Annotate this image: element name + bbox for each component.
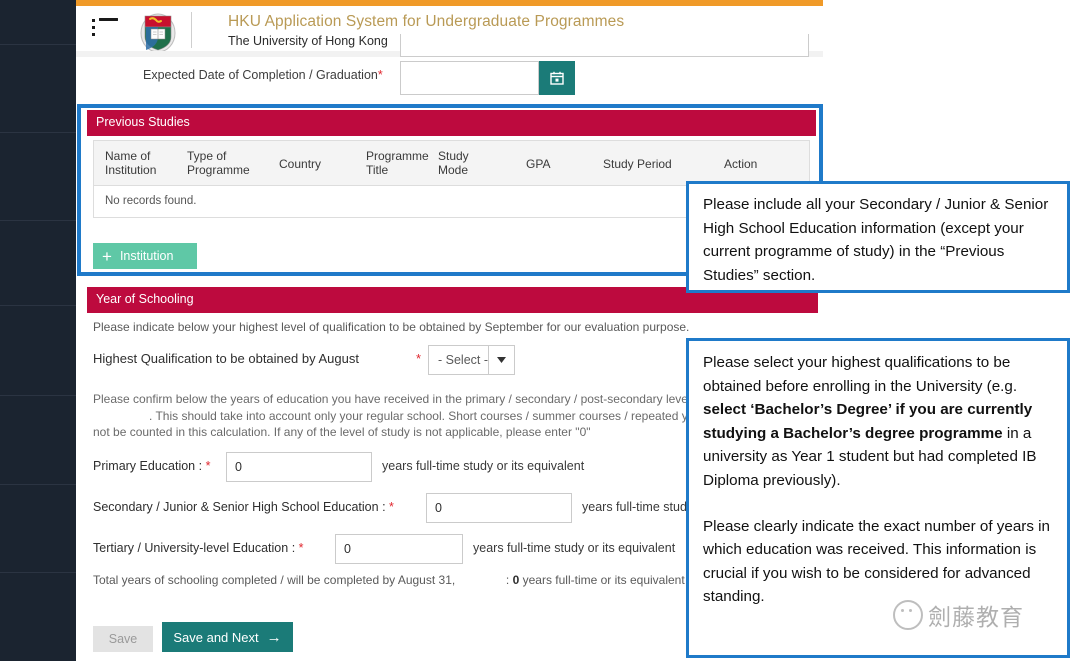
year-of-schooling-intro: Please indicate below your highest level… (93, 320, 690, 334)
header-divider (191, 12, 192, 48)
save-and-next-button[interactable]: Save and Next → (162, 622, 293, 652)
schooling-paragraph-line3: not be counted in this calculation. If a… (93, 425, 591, 439)
colon: : (198, 459, 203, 473)
expected-date-label-text: Expected Date of Completion / Graduation (143, 68, 378, 82)
rail-divider (0, 572, 76, 573)
expected-date-input[interactable] (400, 61, 539, 95)
app-subtitle: The University of Hong Kong (228, 34, 388, 48)
required-asterisk: * (377, 68, 383, 82)
tertiary-education-input[interactable] (335, 534, 463, 564)
colon: : (291, 541, 296, 555)
previous-studies-title: Previous Studies (96, 115, 190, 129)
plus-icon: + (102, 246, 112, 266)
hamburger-menu-icon[interactable] (92, 18, 118, 38)
annotation-callout-1-text: Please include all your Secondary / Juni… (703, 196, 1049, 284)
previous-studies-section-header: Previous Studies (87, 110, 816, 136)
rail-divider (0, 305, 76, 306)
app-title: HKU Application System for Undergraduate… (228, 13, 625, 30)
secondary-education-input[interactable] (426, 493, 572, 523)
secondary-education-label: Secondary / Junior & Senior High School … (93, 500, 394, 514)
total-years-line: Total years of schooling completed / wil… (93, 573, 685, 587)
rail-divider (0, 395, 76, 396)
annotation-callout-2-second-paragraph: Please clearly indicate the exact number… (703, 517, 1050, 606)
highest-qualification-value: - Select - (438, 353, 489, 367)
total-years-value: 0 (512, 573, 520, 587)
required-asterisk: * (416, 351, 422, 366)
tertiary-education-label: Tertiary / University-level Education : … (93, 541, 304, 555)
col-programme-title: Programme Title (366, 149, 429, 177)
table-header-row: Name of Institution Type of Programme Co… (94, 141, 809, 186)
col-type-of-programme: Type of Programme (187, 149, 250, 177)
col-action: Action (724, 157, 758, 171)
tertiary-education-suffix: years full-time study or its equivalent (473, 541, 676, 555)
required-asterisk: * (389, 500, 394, 514)
chevron-down-icon (488, 346, 514, 374)
primary-education-input[interactable] (226, 452, 372, 482)
required-asterisk: * (205, 459, 211, 473)
col-study-mode: Study Mode (438, 149, 469, 177)
arrow-right-icon: → (266, 628, 282, 646)
col-study-period: Study Period (603, 157, 672, 171)
total-years-suffix: years full-time or its equivalent (522, 573, 685, 587)
expected-date-label: Expected Date of Completion / Graduation… (143, 68, 383, 82)
required-asterisk: * (298, 541, 304, 555)
hku-crest-logo (140, 13, 176, 53)
save-button[interactable]: Save (93, 626, 153, 652)
primary-education-suffix: years full-time study or its equivalent (382, 459, 585, 473)
add-institution-label: Institution (119, 249, 174, 263)
tertiary-education-label-text: Tertiary / University-level Education (93, 541, 289, 555)
callout-2-bold: select ‘Bachelor’s Degree’ if you are cu… (703, 401, 1033, 442)
colon: : (382, 500, 386, 514)
rail-divider (0, 44, 76, 45)
primary-education-label-text: Primary Education (93, 459, 196, 473)
primary-education-label: Primary Education : * (93, 459, 210, 473)
partial-field-above[interactable] (400, 34, 809, 57)
callout-2-part1: Please select your highest qualification… (703, 354, 1018, 395)
col-gpa: GPA (526, 157, 551, 171)
total-colon: : (505, 573, 510, 587)
rail-divider (0, 132, 76, 133)
no-records-message: No records found. (105, 195, 197, 207)
col-country: Country (279, 157, 322, 171)
col-name-of-institution: Name of Institution (105, 149, 157, 177)
rail-divider (0, 220, 76, 221)
rail-divider (0, 484, 76, 485)
annotation-callout-previous-studies: Please include all your Secondary / Juni… (686, 181, 1070, 293)
left-dark-rail (0, 0, 76, 661)
calendar-icon[interactable] (539, 61, 575, 95)
add-institution-button[interactable]: + Institution (93, 243, 197, 269)
annotation-callout-qualification: Please select your highest qualification… (686, 338, 1070, 658)
total-years-label: Total years of schooling completed / wil… (93, 573, 456, 587)
schooling-paragraph-line1: Please confirm below the years of educat… (93, 392, 697, 406)
annotation-callout-2-text: Please select your highest qualification… (703, 351, 1055, 493)
highest-qualification-label: Highest Qualification to be obtained by … (93, 351, 359, 366)
save-and-next-label: Save and Next (173, 629, 259, 645)
schooling-paragraph-line2: . This should take into account only you… (149, 408, 750, 423)
year-of-schooling-title: Year of Schooling (96, 292, 194, 306)
highest-qualification-select[interactable]: - Select - (428, 345, 515, 375)
secondary-education-label-text: Secondary / Junior & Senior High School … (93, 500, 379, 514)
